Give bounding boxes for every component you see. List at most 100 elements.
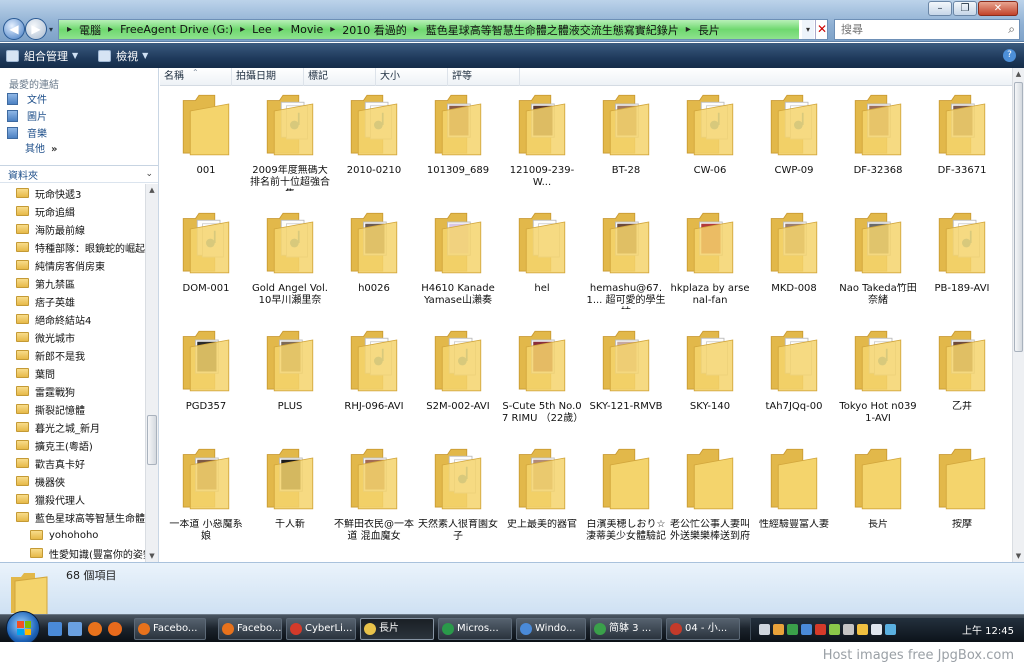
breadcrumb-separator-icon[interactable]: ▸: [236, 24, 249, 35]
network-icon[interactable]: [801, 623, 812, 635]
search-box[interactable]: ⌕: [834, 19, 1020, 40]
tree-item[interactable]: 特種部隊：眼鏡蛇的崛起: [0, 238, 145, 256]
folder-item[interactable]: MKD-008: [752, 205, 836, 323]
scroll-up-icon[interactable]: ▲: [146, 184, 158, 196]
tree-item[interactable]: 新郎不是我: [0, 346, 145, 364]
folder-item[interactable]: hel: [500, 205, 584, 323]
folder-item[interactable]: S-Cute 5th No.07 RIMU （22歲）: [500, 323, 584, 441]
scroll-up-icon[interactable]: ▲: [1013, 68, 1024, 80]
column-header[interactable]: 標記: [304, 68, 376, 86]
breadcrumb-separator-icon[interactable]: ▸: [682, 24, 695, 35]
folder-item[interactable]: 101309_689: [416, 87, 500, 205]
breadcrumb-item[interactable]: 電腦: [76, 22, 104, 38]
close-button[interactable]: ✕: [978, 1, 1018, 16]
tree-item[interactable]: 葉問: [0, 364, 145, 382]
messenger-icon[interactable]: [773, 623, 784, 635]
folder-item[interactable]: DF-32368: [836, 87, 920, 205]
address-bar[interactable]: ▸ 電腦 ▸ FreeAgent Drive (G:) ▸ Lee ▸ Movie ▸ 2010 …: [58, 19, 828, 40]
folder-item[interactable]: 按摩: [920, 441, 1004, 559]
help-icon[interactable]: ?: [1003, 49, 1016, 62]
display-icon[interactable]: [843, 623, 854, 635]
tree-item[interactable]: 玩命快遞3: [0, 184, 145, 202]
taskbar-button[interactable]: 長片: [360, 618, 434, 640]
start-button[interactable]: [6, 611, 40, 645]
tree-scroll-thumb[interactable]: [147, 415, 157, 465]
tree-item[interactable]: 撕裂記憶體: [0, 400, 145, 418]
tree-item[interactable]: yohohoho: [0, 526, 145, 544]
folder-item[interactable]: DOM-001: [164, 205, 248, 323]
breadcrumb-item[interactable]: Movie: [288, 23, 327, 36]
column-header[interactable]: 大小: [376, 68, 448, 86]
tree-item[interactable]: 機器俠: [0, 472, 145, 490]
breadcrumb-separator-icon[interactable]: ▸: [410, 24, 423, 35]
folder-item[interactable]: 千人斬: [248, 441, 332, 559]
security-icon[interactable]: [857, 623, 868, 635]
tree-item[interactable]: 純情房客俏房東: [0, 256, 145, 274]
favorite-link[interactable]: 音樂: [0, 124, 158, 141]
search-input[interactable]: [835, 20, 995, 39]
taskbar-button[interactable]: Micros...: [438, 618, 512, 640]
update-icon[interactable]: [787, 623, 798, 635]
breadcrumb-item[interactable]: FreeAgent Drive (G:): [117, 23, 236, 36]
folder-item[interactable]: 乙井: [920, 323, 1004, 441]
history-dropdown-icon[interactable]: ▾: [49, 25, 53, 34]
folder-item[interactable]: S2M-002-AVI: [416, 323, 500, 441]
sync-icon[interactable]: [829, 623, 840, 635]
folder-item[interactable]: RHJ-096-AVI: [332, 323, 416, 441]
folder-item[interactable]: h0026: [332, 205, 416, 323]
tree-item[interactable]: 第九禁區: [0, 274, 145, 292]
folder-item[interactable]: 老公忙公事人妻叫外送樂樂棒送到府: [668, 441, 752, 559]
folder-item[interactable]: 2010-0210: [332, 87, 416, 205]
folder-item[interactable]: 121009-239-W...: [500, 87, 584, 205]
tree-item[interactable]: 痞子英雄: [0, 292, 145, 310]
folder-item[interactable]: SKY-140: [668, 323, 752, 441]
maximize-button[interactable]: ❐: [953, 1, 977, 16]
tree-item[interactable]: 絕命終結站4: [0, 310, 145, 328]
folder-item[interactable]: hkplaza by arsenal-fan: [668, 205, 752, 323]
tree-item[interactable]: 獵殺代理人: [0, 490, 145, 508]
address-dropdown-icon[interactable]: ▾: [802, 20, 814, 39]
content-scrollbar[interactable]: ▲ ▼: [1012, 68, 1024, 562]
favorites-more-link[interactable]: 其他 »: [0, 141, 158, 158]
taskbar-button[interactable]: 简躰 3 ...: [590, 618, 662, 640]
tree-item[interactable]: 暮光之城_新月: [0, 418, 145, 436]
breadcrumb-separator-icon[interactable]: ▸: [63, 24, 76, 35]
folders-header[interactable]: 資料夾 ⌄: [0, 165, 158, 183]
clock[interactable]: 上午 12:45: [962, 622, 1014, 637]
keyboard-icon[interactable]: [759, 623, 770, 635]
tree-item[interactable]: 玩命追緝: [0, 202, 145, 220]
favorite-link[interactable]: 圖片: [0, 107, 158, 124]
organize-button[interactable]: 組合管理 ▼: [6, 48, 78, 64]
tree-item[interactable]: 藍色星球高等智慧生命體之: [0, 508, 145, 526]
folder-item[interactable]: PB-189-AVI: [920, 205, 1004, 323]
folder-item[interactable]: 不鮮田衣民@一本道 混血魔女: [332, 441, 416, 559]
column-header[interactable]: 評等: [448, 68, 520, 86]
scroll-down-icon[interactable]: ▼: [146, 550, 158, 562]
column-header[interactable]: 名稱 ⌃: [160, 68, 232, 86]
switch-windows-icon[interactable]: [68, 622, 82, 636]
breadcrumb-item[interactable]: 長片: [695, 22, 723, 38]
volume-icon[interactable]: [871, 623, 882, 635]
breadcrumb-separator-icon[interactable]: ▸: [104, 24, 117, 35]
folder-item[interactable]: CW-06: [668, 87, 752, 205]
folder-item[interactable]: 一本道 小惡魔系娘: [164, 441, 248, 559]
browser-icon[interactable]: [108, 622, 122, 636]
folder-item[interactable]: DF-33671: [920, 87, 1004, 205]
breadcrumb-item[interactable]: Lee: [249, 23, 274, 36]
tree-scrollbar[interactable]: ▲ ▼: [145, 184, 158, 562]
stop-icon[interactable]: ✕: [815, 20, 828, 39]
firefox-icon[interactable]: [88, 622, 102, 636]
show-desktop-icon[interactable]: [48, 622, 62, 636]
taskbar-button[interactable]: Facebo...: [218, 618, 282, 640]
folder-item[interactable]: BT-28: [584, 87, 668, 205]
antivirus-icon[interactable]: [815, 623, 826, 635]
tree-item[interactable]: 雷霆戰狗: [0, 382, 145, 400]
connection-icon[interactable]: [885, 623, 896, 635]
tree-item[interactable]: 海防最前線: [0, 220, 145, 238]
back-button[interactable]: ◀: [3, 18, 25, 40]
taskbar-button[interactable]: CyberLi...: [286, 618, 356, 640]
folder-item[interactable]: Gold Angel Vol.10早川瀬里奈: [248, 205, 332, 323]
breadcrumb-item[interactable]: 藍色星球高等智慧生命體之體液交流生態寫實紀錄片: [423, 22, 682, 38]
tree-item[interactable]: 歡吉真卡好: [0, 454, 145, 472]
folder-item[interactable]: tAh7JQq-00: [752, 323, 836, 441]
